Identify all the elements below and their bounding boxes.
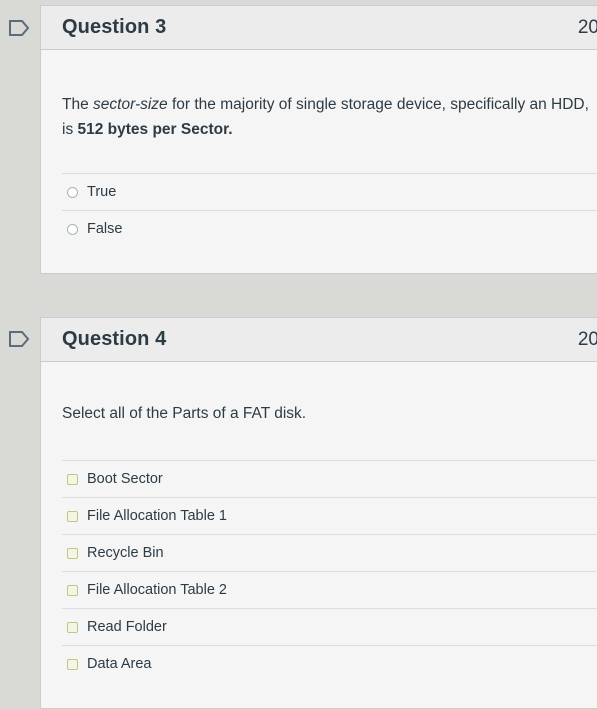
answer-option[interactable]: True (62, 173, 597, 210)
answer-option[interactable]: Recycle Bin (62, 534, 597, 571)
checkbox[interactable] (67, 547, 78, 559)
question-points: 20 (577, 16, 597, 38)
answer-label: True (87, 184, 117, 200)
answer-option[interactable]: File Allocation Table 1 (62, 497, 597, 534)
answer-list: True False (62, 173, 597, 247)
checkbox[interactable] (67, 510, 78, 522)
question-text-part: The (62, 96, 94, 113)
answer-label: Read Folder (87, 619, 167, 635)
flag-question-icon[interactable] (8, 19, 30, 37)
question-text-bold: 512 bytes per Sector. (77, 121, 233, 138)
question-card-3: Question 3 20 The sector-size for the ma… (40, 5, 597, 274)
question-title: Question 3 (62, 16, 167, 38)
question-text-italic: sector-size (93, 96, 168, 113)
question-header: Question 4 20 (41, 318, 597, 362)
radio-button[interactable] (67, 223, 78, 235)
checkbox[interactable] (67, 473, 78, 485)
answer-label: Recycle Bin (87, 545, 164, 561)
question-header: Question 3 20 (41, 6, 597, 50)
answer-label: Data Area (87, 656, 152, 672)
question-title: Question 4 (62, 328, 167, 350)
question-points: 20 (577, 328, 597, 350)
answer-label: False (87, 221, 123, 237)
answer-option[interactable]: Data Area (62, 645, 597, 682)
checkbox[interactable] (67, 621, 78, 633)
checkbox[interactable] (67, 584, 78, 596)
question-card-4: Question 4 20 Select all of the Parts of… (40, 317, 597, 709)
answer-label: File Allocation Table 2 (87, 582, 227, 598)
radio-button[interactable] (67, 186, 78, 198)
answer-label: File Allocation Table 1 (87, 508, 227, 524)
answer-list: Boot Sector File Allocation Table 1 Recy… (62, 460, 597, 682)
checkbox[interactable] (67, 658, 78, 670)
answer-option[interactable]: Boot Sector (62, 460, 597, 497)
answer-option[interactable]: File Allocation Table 2 (62, 571, 597, 608)
question-text: Select all of the Parts of a FAT disk. (62, 405, 307, 422)
flag-question-icon[interactable] (8, 330, 30, 348)
question-text: The sector-size for the majority of sing… (62, 92, 597, 142)
answer-option[interactable]: Read Folder (62, 608, 597, 645)
answer-label: Boot Sector (87, 471, 163, 487)
answer-option[interactable]: False (62, 210, 597, 247)
